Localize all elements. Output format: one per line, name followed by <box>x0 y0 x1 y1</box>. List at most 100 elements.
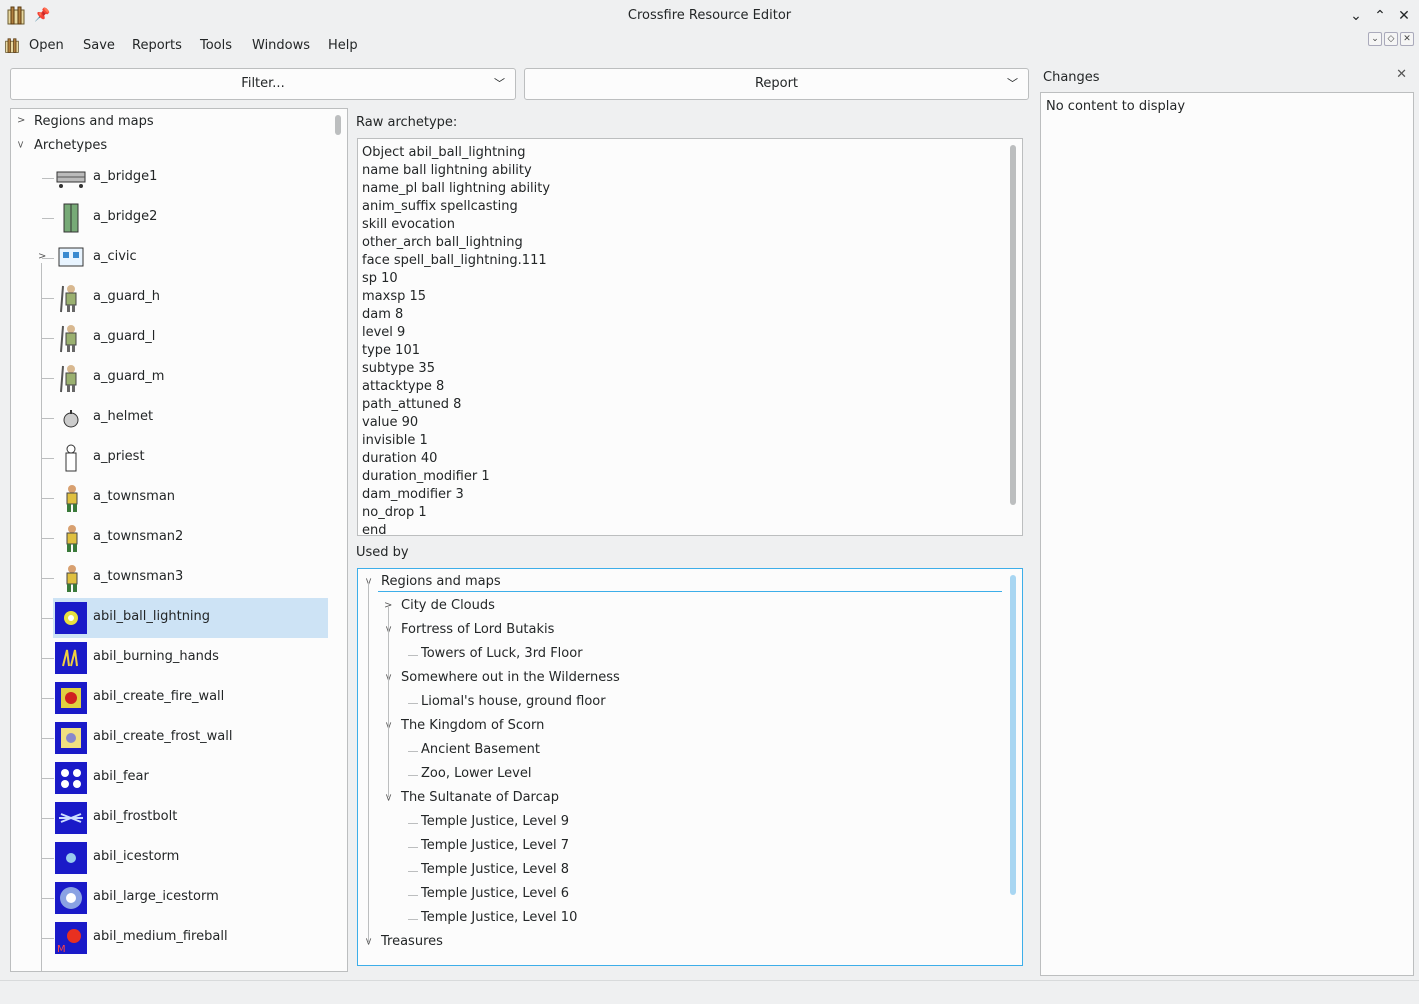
raw-line: name_pl ball lightning ability <box>362 181 551 196</box>
used-by-tree[interactable]: >Regions and maps>City de Clouds>Fortres… <box>357 568 1023 966</box>
archetype-item[interactable]: abil_burning_hands <box>53 638 328 678</box>
tree-root-archetypes[interactable]: Archetypes <box>34 138 107 153</box>
raw-line: type 101 <box>362 343 420 358</box>
archetype-item[interactable]: a_townsman2 <box>53 518 328 558</box>
archetype-item[interactable]: a_bridge2 <box>53 198 328 238</box>
archetype-item[interactable]: Mabil_medium_fireball <box>53 918 328 958</box>
tree-guide-line <box>408 895 418 896</box>
used-by-item[interactable]: Temple Justice, Level 6 <box>421 886 569 901</box>
collapse-arrow-icon[interactable]: > <box>15 140 26 148</box>
menu-open[interactable]: Open <box>29 38 64 53</box>
used-by-item[interactable]: The Sultanate of Darcap <box>401 790 559 805</box>
used-by-item[interactable]: Somewhere out in the Wilderness <box>401 670 620 685</box>
used-by-item[interactable]: Temple Justice, Level 10 <box>421 910 577 925</box>
raw-line: value 90 <box>362 415 419 430</box>
menu-reports[interactable]: Reports <box>132 38 182 53</box>
raw-archetype-label: Raw archetype: <box>356 115 458 130</box>
used-by-item[interactable]: Liomal's house, ground floor <box>421 694 606 709</box>
archetype-item[interactable]: a_guard_m <box>53 358 328 398</box>
raw-line: duration 40 <box>362 451 438 466</box>
used-by-scrollbar-thumb[interactable] <box>1010 575 1016 895</box>
archetype-item[interactable]: abil_fear <box>53 758 328 798</box>
archetype-label: abil_burning_hands <box>93 649 219 664</box>
archetype-label: abil_large_icestorm <box>93 889 219 904</box>
bridge-vertical-icon <box>63 203 79 233</box>
archetype-item[interactable]: abil_ball_lightning <box>53 598 328 638</box>
tree-guide-line <box>408 847 418 848</box>
mdi-close-button[interactable]: ✕ <box>1400 32 1414 46</box>
menu-windows[interactable]: Windows <box>252 38 310 53</box>
raw-line: dam_modifier 3 <box>362 487 464 502</box>
raw-line: duration_modifier 1 <box>362 469 490 484</box>
raw-archetype-text[interactable]: Object abil_ball_lightning name ball ligh… <box>357 138 1023 536</box>
used-by-item[interactable]: The Kingdom of Scorn <box>401 718 544 733</box>
resource-tree[interactable]: > Regions and maps > Archetypes a_bridge… <box>10 108 348 972</box>
medium-fireball-icon: M <box>55 922 87 954</box>
tree-guide-line <box>408 703 418 704</box>
raw-line: Object abil_ball_lightning <box>362 145 526 160</box>
menu-save[interactable]: Save <box>83 38 115 53</box>
archetype-label: a_townsman3 <box>93 569 184 584</box>
app-menu-icon[interactable] <box>4 38 20 54</box>
report-combo[interactable]: Report ﹀ <box>524 68 1029 100</box>
changes-empty-text: No content to display <box>1046 99 1186 114</box>
maximize-button[interactable]: ⌃ <box>1370 6 1390 26</box>
close-button[interactable]: ✕ <box>1394 6 1414 26</box>
close-icon[interactable]: ✕ <box>1396 67 1407 82</box>
used-by-item[interactable]: Temple Justice, Level 7 <box>421 838 569 853</box>
used-by-item[interactable]: City de Clouds <box>401 598 495 613</box>
archetype-item[interactable]: a_townsman <box>53 478 328 518</box>
archetype-item[interactable]: abil_icestorm <box>53 838 328 878</box>
used-by-item[interactable]: Towers of Luck, 3rd Floor <box>421 646 583 661</box>
archetype-item[interactable]: abil_create_fire_wall <box>53 678 328 718</box>
archetype-label: a_bridge2 <box>93 209 158 224</box>
expand-arrow-icon[interactable]: > <box>17 115 25 126</box>
raw-line: anim_suffix spellcasting <box>362 199 518 214</box>
raw-line: end <box>362 523 387 536</box>
archetype-item[interactable]: abil_create_frost_wall <box>53 718 328 758</box>
menu-help[interactable]: Help <box>328 38 358 53</box>
chevron-down-icon: ⌄ <box>1371 34 1379 44</box>
raw-line: invisible 1 <box>362 433 428 448</box>
mdi-minimize-button[interactable]: ⌄ <box>1368 32 1382 46</box>
archetype-item[interactable]: a_bridge1 <box>53 158 328 198</box>
archetype-item[interactable]: a_townsman3 <box>53 558 328 598</box>
archetype-item[interactable]: a_guard_h <box>53 278 328 318</box>
icestorm-icon <box>55 842 87 874</box>
archetype-label: a_helmet <box>93 409 154 424</box>
tree-guide-line <box>388 607 389 797</box>
civic-icon <box>58 247 84 267</box>
menu-tools[interactable]: Tools <box>200 38 232 53</box>
guard-icon <box>60 325 77 353</box>
minimize-button[interactable]: ⌄ <box>1346 6 1366 26</box>
filter-combo[interactable]: Filter... ﹀ <box>10 68 516 100</box>
raw-scrollbar-thumb[interactable] <box>1010 145 1016 505</box>
archetype-item[interactable]: abil_large_icestorm <box>53 878 328 918</box>
used-by-item[interactable]: Regions and maps <box>381 574 501 589</box>
tree-root-regions[interactable]: Regions and maps <box>34 114 154 129</box>
restore-icon: ◇ <box>1387 34 1395 44</box>
scrollbar-thumb[interactable] <box>335 115 341 135</box>
archetype-item[interactable]: a_priest <box>53 438 328 478</box>
archetype-item[interactable]: a_guard_l <box>53 318 328 358</box>
svg-text:M: M <box>57 944 66 954</box>
archetype-item[interactable]: a_helmet <box>53 398 328 438</box>
archetype-label: a_townsman2 <box>93 529 184 544</box>
raw-line: face spell_ball_lightning.111 <box>362 253 547 268</box>
mdi-restore-button[interactable]: ◇ <box>1384 32 1398 46</box>
used-by-item[interactable]: Ancient Basement <box>421 742 540 757</box>
used-by-item[interactable]: Zoo, Lower Level <box>421 766 531 781</box>
used-by-item[interactable]: Fortress of Lord Butakis <box>401 622 554 637</box>
used-by-item[interactable]: Temple Justice, Level 8 <box>421 862 569 877</box>
expand-arrow-icon[interactable]: > <box>38 251 46 262</box>
used-by-item[interactable]: Temple Justice, Level 9 <box>421 814 569 829</box>
used-by-item[interactable]: Treasures <box>381 934 443 949</box>
archetype-label: abil_fear <box>93 769 149 784</box>
archetype-label: a_bridge1 <box>93 169 158 184</box>
archetype-item[interactable]: a_civic <box>53 238 328 278</box>
used-by-label: Used by <box>356 545 409 560</box>
title-bar[interactable]: 📌 Crossfire Resource Editor ⌄ ⌃ ✕ <box>0 0 1419 32</box>
tree-guide-line <box>408 871 418 872</box>
archetype-item[interactable]: abil_frostbolt <box>53 798 328 838</box>
changes-list[interactable]: No content to display <box>1040 92 1414 976</box>
